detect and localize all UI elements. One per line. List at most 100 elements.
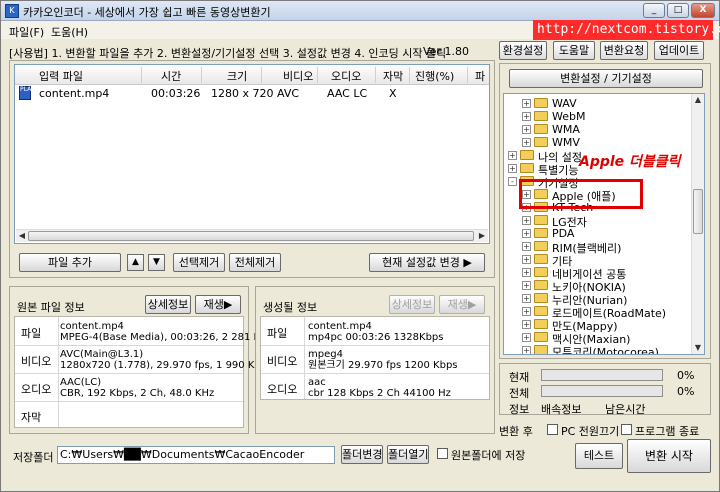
remove-selected-button[interactable]: 선택제거: [173, 253, 225, 272]
total-progress-bar: [541, 385, 663, 397]
horizontal-scrollbar[interactable]: ◀ ▶: [16, 229, 488, 242]
expand-icon[interactable]: +: [522, 229, 531, 238]
output-video-detail: 원본크기 29.970 fps 1200 Kbps: [308, 360, 458, 371]
expand-icon[interactable]: +: [522, 320, 531, 329]
table-row[interactable]: PLAY content.mp4 00:03:26 1280 x 720 AVC…: [15, 85, 489, 101]
help-button[interactable]: 도움말: [553, 41, 595, 60]
source-subtitle-label: 자막: [21, 411, 42, 424]
file-list[interactable]: 입력 파일 시간 크기 비디오 오디오 자막 진행(%) 파 PLAY cont…: [14, 64, 490, 244]
pc-off-checkbox[interactable]: [547, 424, 558, 435]
output-play-button[interactable]: 재생▶: [439, 295, 485, 314]
source-video-codec: AVC(Main@L3.1): [60, 349, 144, 360]
maximize-button[interactable]: □: [667, 3, 689, 18]
folder-icon: [534, 332, 548, 342]
open-folder-button[interactable]: 폴더열기: [387, 445, 429, 464]
double-click-annotation: Apple 더블클릭: [579, 154, 681, 170]
add-file-button[interactable]: 파일 추가: [19, 253, 121, 272]
current-percent: 0%: [677, 369, 695, 382]
expand-icon[interactable]: +: [522, 333, 531, 342]
collapse-icon[interactable]: -: [508, 177, 517, 186]
column-size[interactable]: 크기: [227, 68, 247, 84]
column-video[interactable]: 비디오: [283, 68, 313, 84]
output-file-name: content.mp4: [308, 321, 372, 332]
folder-icon: [534, 280, 548, 290]
source-detail-button[interactable]: 상세정보: [145, 295, 191, 314]
divider: [15, 345, 243, 346]
expand-icon[interactable]: +: [522, 268, 531, 277]
divider: [15, 401, 243, 402]
expand-icon[interactable]: +: [522, 255, 531, 264]
column-separator: [201, 67, 202, 83]
update-button[interactable]: 업데이트: [654, 41, 704, 60]
column-input-file[interactable]: 입력 파일: [39, 68, 83, 84]
expand-icon[interactable]: +: [522, 112, 531, 121]
scroll-left-icon[interactable]: ◀: [16, 230, 28, 242]
test-button[interactable]: 테스트: [575, 443, 623, 469]
expand-icon[interactable]: +: [522, 242, 531, 251]
request-button[interactable]: 변환요청: [600, 41, 648, 60]
save-to-source-checkbox[interactable]: [437, 448, 448, 459]
column-time[interactable]: 시간: [161, 68, 181, 84]
column-progress[interactable]: 진행(%): [415, 68, 454, 84]
scroll-down-icon[interactable]: ▼: [692, 342, 704, 354]
row-size: 1280 x 720: [211, 87, 274, 100]
scroll-thumb[interactable]: [693, 189, 703, 234]
title-bar[interactable]: K 카카오인코더 - 세상에서 가장 쉽고 빠른 동영상변환기 _ □ X: [1, 1, 719, 21]
folder-icon: [534, 306, 548, 316]
column-separator: [375, 67, 376, 83]
expand-icon[interactable]: +: [508, 151, 517, 160]
app-logo-icon: K: [5, 4, 19, 18]
row-video: AVC: [277, 87, 300, 100]
expand-icon[interactable]: +: [522, 294, 531, 303]
move-up-button[interactable]: ▲: [127, 254, 144, 271]
minimize-button[interactable]: _: [643, 3, 665, 18]
column-extra[interactable]: 파: [475, 68, 485, 84]
folder-icon: [534, 98, 548, 108]
env-settings-button[interactable]: 환경설정: [499, 41, 547, 60]
start-convert-button[interactable]: 변환 시작: [627, 439, 711, 473]
folder-icon: [534, 228, 548, 238]
expand-icon[interactable]: +: [522, 216, 531, 225]
tree-item[interactable]: + 모투코리(Motocorea): [504, 343, 690, 354]
expand-icon[interactable]: +: [522, 281, 531, 290]
settings-tree[interactable]: + WAV + WebM + WMA + WMV + 나의 설정 + 특별기능 - 기기설정 + Apple …: [503, 93, 705, 355]
menu-file[interactable]: 파일(F): [9, 24, 44, 40]
source-audio-codec: AAC(LC): [60, 377, 102, 388]
scroll-thumb[interactable]: [28, 231, 474, 241]
source-audio-label: 오디오: [21, 383, 52, 396]
file-list-header: 입력 파일 시간 크기 비디오 오디오 자막 진행(%) 파: [15, 65, 489, 85]
divider: [304, 317, 305, 399]
scroll-up-icon[interactable]: ▲: [692, 94, 704, 106]
change-folder-button[interactable]: 폴더변경: [341, 445, 383, 464]
close-button[interactable]: X: [691, 3, 715, 18]
expand-icon[interactable]: +: [522, 125, 531, 134]
window-title: 카카오인코더 - 세상에서 가장 쉽고 빠른 동영상변환기: [23, 6, 271, 19]
change-current-settings-button[interactable]: 현재 설정값 변경 ▶: [369, 253, 485, 272]
expand-icon[interactable]: +: [522, 99, 531, 108]
usage-steps: [사용법] 1. 변환할 파일을 추가 2. 변환설정/기기설정 선택 3. 설…: [9, 47, 447, 60]
source-play-button[interactable]: 재생▶: [195, 295, 241, 314]
column-separator: [409, 67, 410, 83]
source-audio-detail: CBR, 192 Kbps, 2 Ch, 48.0 KHz: [60, 388, 215, 399]
expand-icon[interactable]: +: [522, 307, 531, 316]
program-exit-checkbox[interactable]: [621, 424, 632, 435]
output-detail-button[interactable]: 상세정보: [389, 295, 435, 314]
column-subtitle[interactable]: 자막: [383, 68, 403, 84]
settings-header[interactable]: 변환설정 / 기기설정: [509, 69, 703, 88]
column-separator: [467, 67, 468, 83]
save-folder-input[interactable]: C:₩Users₩██₩Documents₩CacaoEncoder: [57, 446, 335, 464]
move-down-button[interactable]: ▼: [148, 254, 165, 271]
output-file-format: mp4pc 00:03:26 1328Kbps: [308, 332, 444, 343]
remove-all-button[interactable]: 전체제거: [229, 253, 281, 272]
after-convert-label: 변환 후: [499, 425, 533, 438]
expand-icon[interactable]: +: [508, 164, 517, 173]
folder-icon: [534, 124, 548, 134]
video-file-icon: PLAY: [19, 86, 34, 100]
column-audio[interactable]: 오디오: [331, 68, 361, 84]
vertical-scrollbar[interactable]: ▲ ▼: [691, 94, 704, 354]
menu-help[interactable]: 도움(H): [51, 24, 88, 40]
expand-icon[interactable]: +: [522, 346, 531, 354]
expand-icon[interactable]: +: [522, 138, 531, 147]
output-file-label: 파일: [267, 327, 288, 340]
scroll-right-icon[interactable]: ▶: [476, 230, 488, 242]
